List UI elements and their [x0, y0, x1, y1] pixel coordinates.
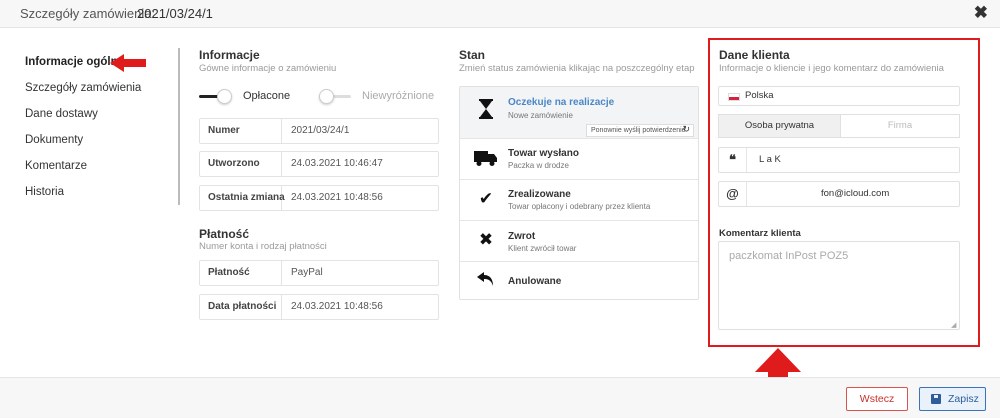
- field-last-change: Ostatnia zmiana 24.03.2021 10:48:56: [199, 185, 439, 211]
- payment-title: Płatność: [199, 227, 250, 241]
- poland-flag-icon: [728, 93, 740, 101]
- nav-divider: [178, 48, 180, 205]
- status-item-title: Zrealizowane: [508, 189, 571, 200]
- save-button[interactable]: Zapisz: [919, 387, 986, 411]
- status-item-cancelled[interactable]: Anulowane: [460, 262, 698, 299]
- left-arrow-annotation-icon: [110, 54, 146, 72]
- status-item-title: Oczekuje na realizacje: [508, 97, 615, 108]
- field-value: 2021/03/24/1: [291, 125, 350, 136]
- field-value: 24.03.2021 10:48:56: [291, 301, 383, 312]
- client-type-selector: Osoba prywatna Firma: [718, 114, 960, 138]
- field-label: Utworzono: [200, 152, 282, 176]
- country-value: Polska: [745, 90, 774, 101]
- client-name-field[interactable]: ❝ L a K: [718, 147, 960, 173]
- field-number: Numer 2021/03/24/1: [199, 118, 439, 144]
- nav-item-comments[interactable]: Komentarze: [25, 156, 141, 182]
- resend-confirmation-button[interactable]: Ponownie wyślij potwierdzenie ↻: [586, 124, 694, 137]
- status-subtitle: Zmień status zamówienia klikając na posz…: [459, 63, 695, 74]
- status-item-completed[interactable]: ✔ Zrealizowane Towar opłacony i odebrany…: [460, 180, 698, 221]
- quote-icon: ❝: [719, 148, 747, 172]
- info-subtitle: Gówne informacje o zamówieniu: [199, 63, 337, 74]
- field-payment-method: Płatność PayPal: [199, 260, 439, 286]
- save-label: Zapisz: [948, 393, 979, 405]
- client-type-company[interactable]: Firma: [840, 115, 959, 137]
- status-item-shipped[interactable]: Towar wysłano Paczka w drodze: [460, 139, 698, 180]
- nav-item-history[interactable]: Historia: [25, 182, 141, 208]
- field-label: Płatność: [200, 261, 282, 285]
- client-subtitle: Informacje o kliencie i jego komentarz d…: [719, 63, 944, 74]
- modal-header: Szczegóły zamówienia: 2021/03/24/1 ✖: [0, 0, 1000, 28]
- paid-toggle[interactable]: [199, 89, 232, 104]
- featured-toggle-label: Niewyróżnione: [362, 90, 435, 102]
- field-label: Ostatnia zmiana: [200, 186, 285, 210]
- comment-label: Komentarz klienta: [719, 228, 801, 239]
- client-title: Dane klienta: [719, 48, 790, 62]
- country-select[interactable]: Polska: [718, 86, 960, 106]
- client-name-value: L a K: [759, 154, 781, 165]
- field-value: 24.03.2021 10:48:56: [291, 192, 383, 203]
- field-value: PayPal: [291, 267, 323, 278]
- status-item-subtitle: Klient zwrócił towar: [508, 244, 577, 253]
- check-icon: ✔: [478, 189, 494, 208]
- field-created: Utworzono 24.03.2021 10:46:47: [199, 151, 439, 177]
- field-label: Data płatności: [200, 295, 282, 319]
- field-value: 24.03.2021 10:46:47: [291, 158, 383, 169]
- client-email-field[interactable]: @ fon@icloud.com: [718, 181, 960, 207]
- resend-label: Ponownie wyślij potwierdzenie: [591, 127, 686, 134]
- field-label: Numer: [200, 119, 282, 143]
- back-button[interactable]: Wstecz: [846, 387, 908, 411]
- nav-item-delivery[interactable]: Dane dostawy: [25, 104, 141, 130]
- refresh-icon: ↻: [682, 124, 690, 134]
- status-item-title: Zwrot: [508, 231, 536, 242]
- status-item-subtitle: Towar opłacony i odebrany przez klienta: [508, 202, 651, 211]
- close-icon[interactable]: ✖: [974, 3, 988, 23]
- status-item-return[interactable]: ✖ Zwrot Klient zwrócił towar: [460, 221, 698, 262]
- order-id: 2021/03/24/1: [137, 6, 213, 21]
- payment-subtitle: Numer konta i rodzaj płatności: [199, 241, 327, 252]
- comment-textarea[interactable]: paczkomat InPost POZ5: [718, 241, 960, 330]
- resize-handle-icon[interactable]: ◢: [951, 321, 956, 329]
- client-type-private[interactable]: Osoba prywatna: [719, 115, 840, 137]
- featured-toggle[interactable]: [319, 89, 351, 104]
- info-title: Informacje: [199, 48, 260, 62]
- status-item-subtitle: Paczka w drodze: [508, 161, 569, 170]
- field-payment-date: Data płatności 24.03.2021 10:48:56: [199, 294, 439, 320]
- nav-item-documents[interactable]: Dokumenty: [25, 130, 141, 156]
- hourglass-icon: [474, 99, 498, 124]
- at-icon: @: [719, 182, 747, 206]
- side-nav: Informacje ogólne Szczegóły zamówienia D…: [25, 52, 141, 208]
- status-item-pending[interactable]: Oczekuje na realizacje Nowe zamówienie P…: [460, 87, 698, 139]
- status-list: Oczekuje na realizacje Nowe zamówienie P…: [459, 86, 699, 300]
- truck-icon: [474, 149, 498, 172]
- status-title: Stan: [459, 48, 486, 62]
- status-item-subtitle: Nowe zamówienie: [508, 111, 573, 120]
- status-item-title: Towar wysłano: [508, 148, 579, 159]
- undo-icon: [474, 270, 498, 293]
- x-icon: ✖: [478, 230, 494, 249]
- status-item-title: Anulowane: [508, 276, 562, 287]
- floppy-icon: [931, 394, 941, 404]
- nav-item-order-details[interactable]: Szczegóły zamówienia: [25, 78, 141, 104]
- header-label: Szczegóły zamówienia:: [20, 6, 156, 21]
- client-email-value: fon@icloud.com: [821, 188, 890, 199]
- paid-toggle-label: Opłacone: [243, 90, 291, 102]
